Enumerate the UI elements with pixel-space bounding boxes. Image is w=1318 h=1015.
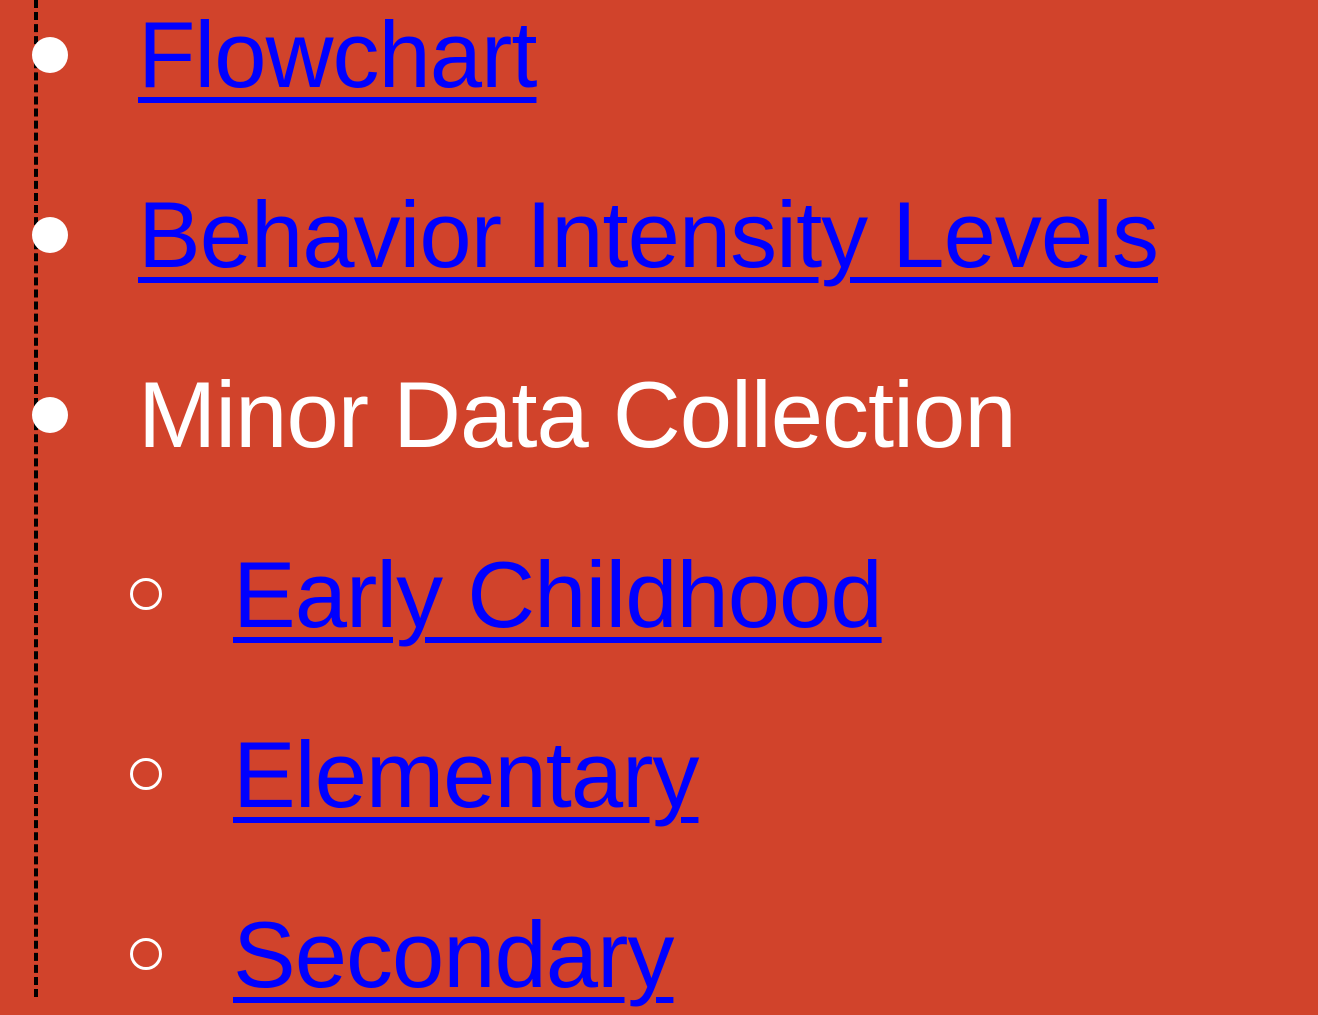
hollow-circle-bullet-icon bbox=[130, 578, 162, 610]
elementary-link[interactable]: Elementary bbox=[233, 715, 699, 835]
hollow-circle-bullet-icon bbox=[130, 938, 162, 970]
hollow-circle-bullet-icon bbox=[130, 758, 162, 790]
behavior-intensity-levels-link[interactable]: Behavior Intensity Levels bbox=[138, 175, 1159, 295]
filled-circle-bullet-icon bbox=[32, 217, 68, 253]
secondary-link[interactable]: Secondary bbox=[233, 895, 674, 1015]
filled-circle-bullet-icon bbox=[32, 397, 68, 433]
flowchart-link[interactable]: Flowchart bbox=[138, 0, 537, 115]
early-childhood-link[interactable]: Early Childhood bbox=[233, 535, 883, 655]
filled-circle-bullet-icon bbox=[32, 37, 68, 73]
minor-data-collection-label: Minor Data Collection bbox=[138, 362, 1017, 467]
dashed-guide-line bbox=[34, 0, 38, 997]
